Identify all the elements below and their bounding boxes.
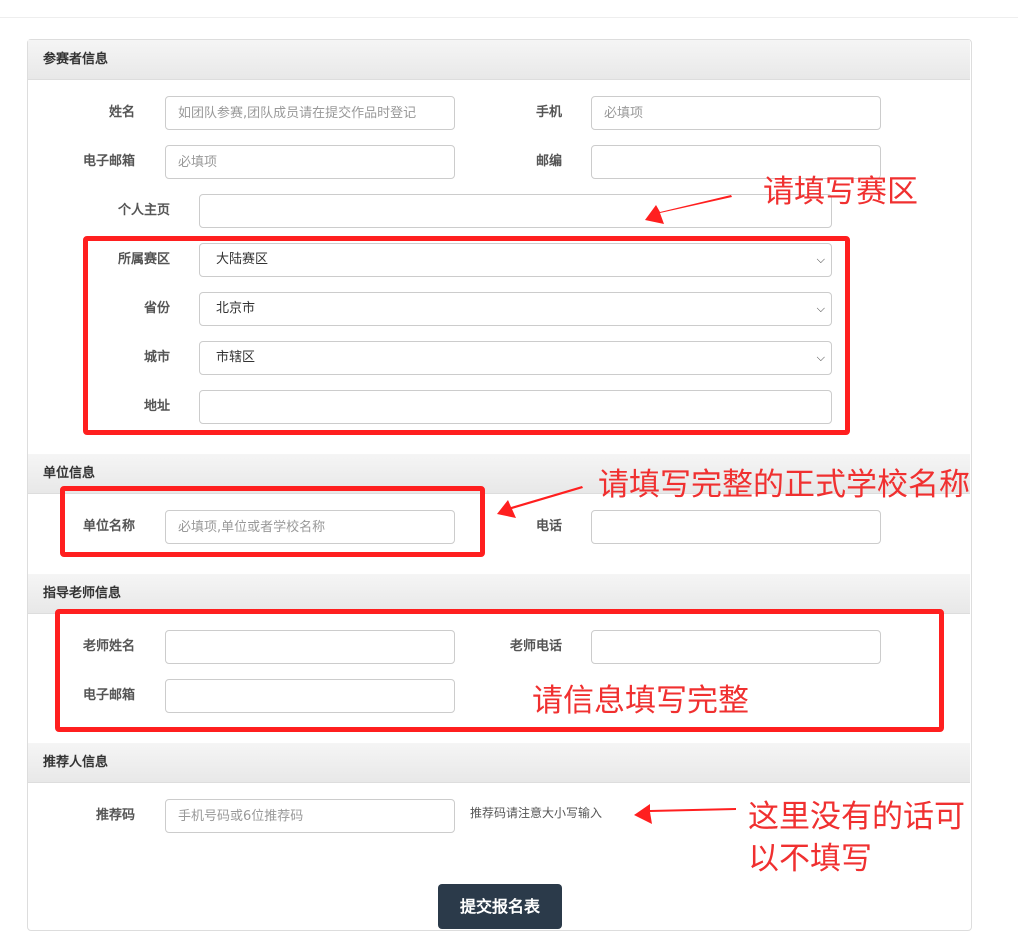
annotation-referrer-note-2: 以不填写	[748, 841, 872, 877]
phone-label: 手机	[535, 105, 562, 120]
annotation-box-school	[60, 486, 485, 557]
unit-phone-input[interactable]	[591, 510, 881, 544]
referrer-code-label: 推荐码	[95, 808, 135, 823]
email-label: 电子邮箱	[82, 154, 135, 169]
section-header-participant: 参赛者信息	[28, 40, 970, 80]
section-header-referrer: 推荐人信息	[28, 743, 970, 783]
annotation-box-region	[83, 236, 850, 435]
annotation-region-note: 请填写赛区	[763, 174, 918, 210]
submit-button[interactable]: 提交报名表	[438, 884, 562, 929]
homepage-input[interactable]	[199, 194, 832, 228]
section-header-teacher: 指导老师信息	[28, 574, 970, 614]
name-input[interactable]	[165, 96, 455, 130]
annotation-school-note: 请填写完整的正式学校名称	[598, 467, 970, 503]
annotation-box-teacher	[55, 609, 944, 732]
zip-label: 邮编	[535, 154, 562, 169]
homepage-label: 个人主页	[117, 203, 170, 218]
annotation-referrer-note-1: 这里没有的话可	[748, 799, 965, 835]
referrer-code-input[interactable]	[165, 799, 455, 833]
top-divider	[0, 17, 1018, 18]
referrer-hint: 推荐码请注意大小写输入	[470, 806, 603, 820]
email-input[interactable]	[165, 145, 455, 179]
unit-phone-label: 电话	[535, 519, 562, 534]
phone-input[interactable]	[591, 96, 881, 130]
name-label: 姓名	[108, 105, 135, 120]
annotation-teacher-note: 请信息填写完整	[532, 683, 749, 719]
